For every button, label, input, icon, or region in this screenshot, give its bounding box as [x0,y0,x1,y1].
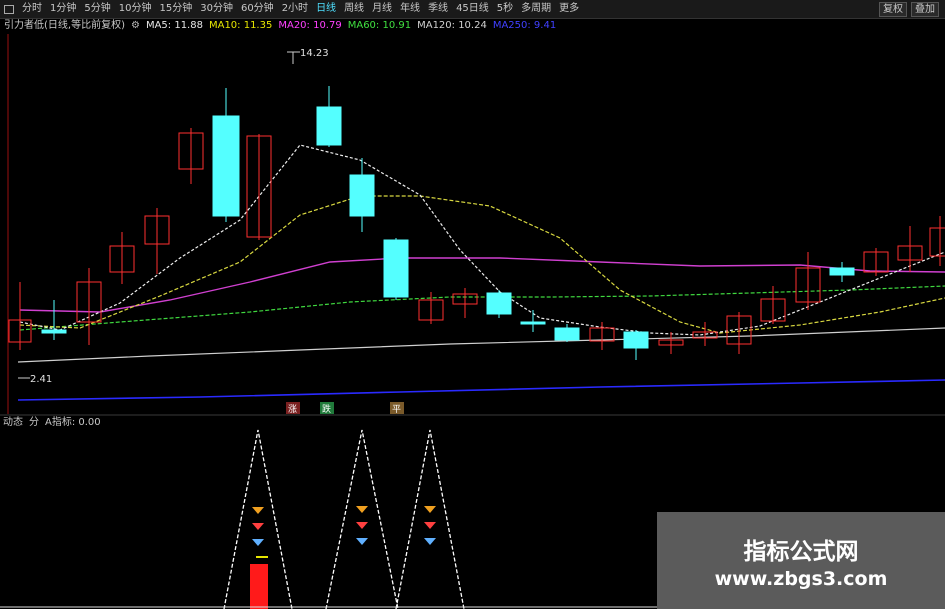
diamond-blue-icon [252,539,264,546]
marker-down-label: 跌 [322,404,331,415]
candle [144,208,170,274]
candle [486,290,512,318]
candle [452,288,478,318]
candle [929,216,945,266]
candle [726,312,752,354]
diamond-orange-icon [424,506,436,513]
sub-indicator-period: 分 [29,417,39,428]
marker-up-label: 涨 [288,404,297,415]
diamond-red-icon [356,522,368,529]
candle [520,310,546,332]
candle [212,88,240,222]
diamond-red-icon [252,523,264,530]
candle [658,332,684,354]
signal-peak-line [395,429,465,609]
candle [623,330,649,360]
candle [795,252,821,310]
watermark-title: 指标公式网 [743,539,859,565]
signal-peak-line [325,429,399,609]
candle [109,232,135,284]
sub-indicator-legend: 动态 分 A指标: 0.00 [0,416,104,430]
watermark: 指标公式网 www.zbgs3.com [657,512,945,609]
candle [829,262,855,282]
candle [692,322,718,346]
diamond-red-icon [424,522,436,529]
high-price-label: 14.23 [300,48,329,59]
candle [349,158,375,232]
ma20-line [19,257,945,313]
candle [246,134,272,240]
candle [41,300,67,340]
diamond-orange-icon [356,506,368,513]
candle [316,86,342,147]
low-price-label: 2.41 [30,374,52,385]
watermark-url: www.zbgs3.com [714,568,888,590]
ma120-line [17,327,945,363]
signal-bar [250,564,268,609]
candle [76,268,102,345]
diamond-blue-icon [424,538,436,545]
candle [897,226,923,272]
candle [8,282,32,350]
candle [178,128,204,184]
chart-window: 分时 1分钟 5分钟 10分钟 15分钟 30分钟 60分钟 2小时 日线 周线… [0,0,945,609]
candle [418,292,444,324]
sub-indicator-value: A指标: 0.00 [45,417,101,428]
ma250-line [17,379,945,401]
candle [383,238,409,300]
marker-flat-label: 平 [392,404,401,415]
diamond-blue-icon [356,538,368,545]
ma10-line [19,195,945,334]
diamond-orange-icon [252,507,264,514]
candle [863,248,889,276]
candle [554,324,580,342]
ma5-line [19,144,945,336]
sub-indicator-name[interactable]: 动态 [0,416,26,430]
